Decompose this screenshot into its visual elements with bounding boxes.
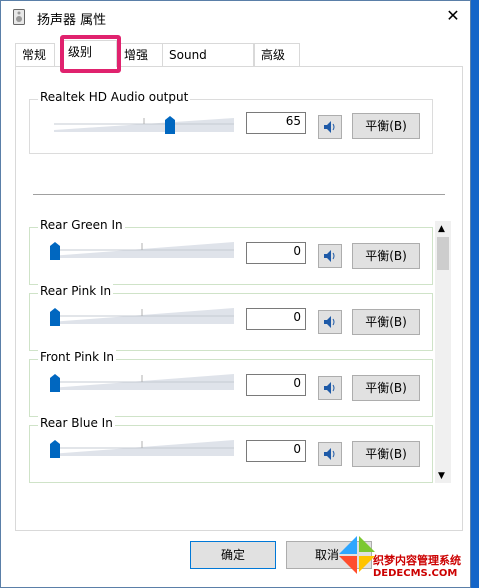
channel-mute-button[interactable] bbox=[318, 244, 342, 268]
master-level-group: Realtek HD Audio output 65 平衡(B) bbox=[29, 90, 433, 154]
tab-sound-blaster[interactable]: Sound Blaster bbox=[162, 43, 254, 84]
tab-general[interactable]: 常规 bbox=[15, 43, 55, 66]
channel-balance-button[interactable]: 平衡(B) bbox=[352, 243, 420, 269]
channel-label: Rear Green In bbox=[38, 218, 125, 232]
channel-value[interactable]: 0 bbox=[246, 440, 306, 462]
channel-value[interactable]: 0 bbox=[246, 242, 306, 264]
channel-volume-slider[interactable] bbox=[50, 372, 234, 392]
channel-balance-button[interactable]: 平衡(B) bbox=[352, 309, 420, 335]
watermark-line1: 织梦内容管理系统 bbox=[373, 554, 461, 567]
channel-label: Rear Blue In bbox=[38, 416, 115, 430]
channel-value[interactable]: 0 bbox=[246, 374, 306, 396]
channel-volume-slider[interactable] bbox=[50, 306, 234, 326]
channel-balance-button[interactable]: 平衡(B) bbox=[352, 375, 420, 401]
channel-mute-button[interactable] bbox=[318, 310, 342, 334]
slider-track bbox=[54, 118, 234, 132]
slider-track bbox=[50, 308, 234, 324]
tab-enhancements[interactable]: 增强 bbox=[117, 43, 163, 66]
speaker-icon bbox=[324, 121, 335, 133]
window-title: 扬声器 属性 bbox=[37, 13, 107, 28]
master-balance-button[interactable]: 平衡(B) bbox=[352, 113, 420, 139]
master-slider-thumb[interactable] bbox=[165, 116, 175, 134]
section-divider bbox=[33, 194, 445, 195]
speaker-icon bbox=[324, 382, 335, 394]
channel-group: Front Pink In 0 平衡(B) bbox=[29, 350, 433, 417]
vertical-scrollbar[interactable]: ▲ ▼ bbox=[435, 221, 451, 483]
tab-advanced[interactable]: 高级 bbox=[254, 43, 300, 66]
close-button[interactable]: ✕ bbox=[442, 6, 464, 26]
channel-slider-thumb[interactable] bbox=[50, 308, 60, 326]
speaker-icon bbox=[324, 316, 335, 328]
watermark-line2: DEDECMS.COM bbox=[373, 568, 458, 579]
channel-value[interactable]: 0 bbox=[246, 308, 306, 330]
active-tab-highlight bbox=[60, 35, 121, 73]
speaker-icon bbox=[324, 448, 335, 460]
channel-mute-button[interactable] bbox=[318, 376, 342, 400]
scrollbar-thumb[interactable] bbox=[437, 237, 449, 270]
channel-slider-thumb[interactable] bbox=[50, 242, 60, 260]
channel-volume-slider[interactable] bbox=[50, 240, 234, 260]
channel-group: Rear Green In 0 平衡(B) bbox=[29, 218, 433, 285]
slider-track bbox=[50, 374, 234, 390]
channel-group: Rear Pink In 0 平衡(B) bbox=[29, 284, 433, 351]
channel-group: Rear Blue In 0 平衡(B) bbox=[29, 416, 433, 483]
channel-label: Rear Pink In bbox=[38, 284, 114, 298]
channel-slider-thumb[interactable] bbox=[50, 374, 60, 392]
channel-volume-slider[interactable] bbox=[50, 438, 234, 458]
speaker-device-icon bbox=[13, 9, 25, 25]
channel-slider-thumb[interactable] bbox=[50, 440, 60, 458]
master-volume-slider[interactable] bbox=[54, 116, 234, 134]
channel-label: Front Pink In bbox=[38, 350, 116, 364]
master-value[interactable]: 65 bbox=[246, 112, 306, 134]
speaker-icon bbox=[324, 250, 335, 262]
title-bar: 扬声器 属性 ✕ bbox=[1, 1, 470, 33]
channel-mute-button[interactable] bbox=[318, 442, 342, 466]
slider-track bbox=[50, 440, 234, 456]
properties-window: 扬声器 属性 ✕ 常规 级别 增强 Sound Blaster 高级 Realt… bbox=[0, 0, 471, 588]
slider-track bbox=[50, 242, 234, 258]
master-label: Realtek HD Audio output bbox=[38, 90, 191, 104]
channel-balance-button[interactable]: 平衡(B) bbox=[352, 441, 420, 467]
close-icon: ✕ bbox=[446, 6, 460, 25]
master-mute-button[interactable] bbox=[318, 115, 342, 139]
scroll-down-icon[interactable]: ▼ bbox=[438, 471, 445, 481]
ok-button[interactable]: 确定 bbox=[190, 541, 276, 569]
scroll-up-icon[interactable]: ▲ bbox=[438, 224, 445, 234]
